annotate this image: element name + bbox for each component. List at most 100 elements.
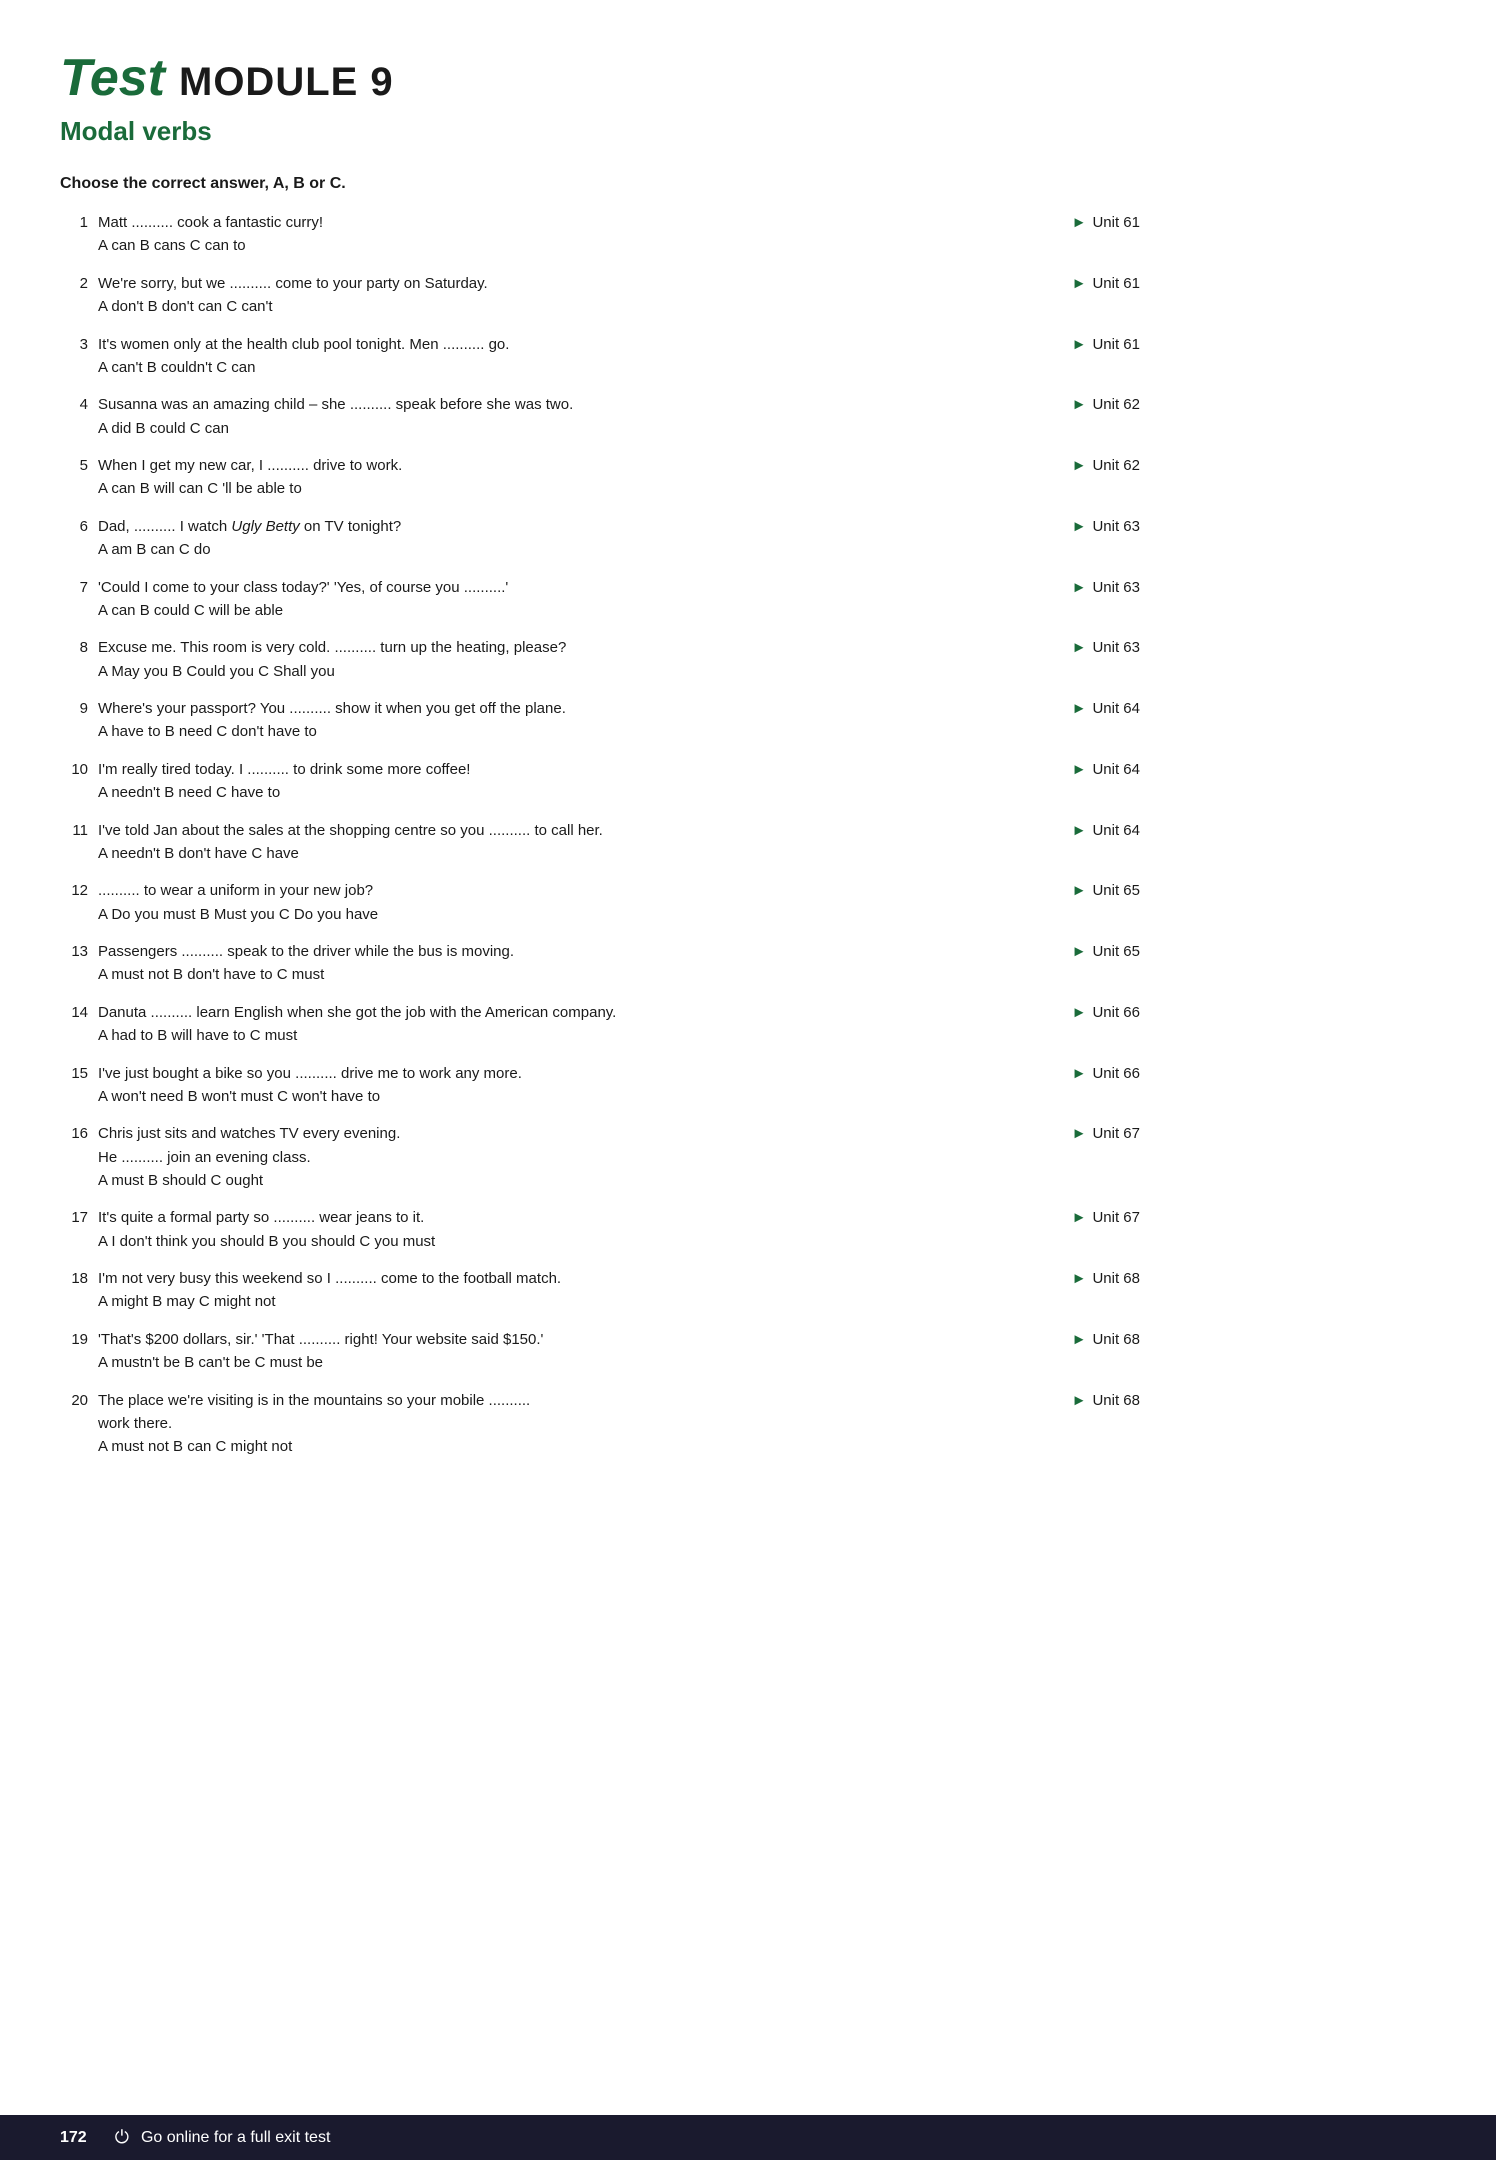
question-answers: A Do you must B Must you C Do you have xyxy=(98,904,980,927)
footer-text: Go online for a full exit test xyxy=(141,2129,330,2147)
question-unit: ► Unit 61 xyxy=(980,333,1140,357)
question-text: We're sorry, but we .......... come to y… xyxy=(98,272,980,295)
unit-label: Unit 62 xyxy=(1092,394,1140,417)
question-unit: ► Unit 61 xyxy=(980,272,1140,296)
question-left: 9 Where's your passport? You .......... … xyxy=(60,697,980,744)
question-content: .......... to wear a uniform in your new… xyxy=(98,879,980,926)
page-number: 172 xyxy=(60,2129,87,2147)
question-left: 7 'Could I come to your class today?' 'Y… xyxy=(60,576,980,623)
question-item: 1 Matt .......... cook a fantastic curry… xyxy=(60,211,1140,258)
question-item: 2 We're sorry, but we .......... come to… xyxy=(60,272,1140,319)
question-item: 20 The place we're visiting is in the mo… xyxy=(60,1389,1140,1459)
question-item: 18 I'm not very busy this weekend so I .… xyxy=(60,1267,1140,1314)
arrow-icon: ► xyxy=(1072,941,1087,964)
question-item: 8 Excuse me. This room is very cold. ...… xyxy=(60,636,1140,683)
question-answers: A can B will can C 'll be able to xyxy=(98,478,980,501)
question-item: 6 Dad, .......... I watch Ugly Betty on … xyxy=(60,515,1140,562)
arrow-icon: ► xyxy=(1072,273,1087,296)
unit-label: Unit 68 xyxy=(1092,1329,1140,1352)
question-answers: A am B can C do xyxy=(98,539,980,562)
unit-label: Unit 64 xyxy=(1092,759,1140,782)
question-content: I'm really tired today. I .......... to … xyxy=(98,758,980,805)
arrow-icon: ► xyxy=(1072,516,1087,539)
question-unit: ► Unit 68 xyxy=(980,1389,1140,1413)
arrow-icon: ► xyxy=(1072,1329,1087,1352)
question-unit: ► Unit 67 xyxy=(980,1206,1140,1230)
unit-label: Unit 66 xyxy=(1092,1002,1140,1025)
question-answers: A must not B can C might not xyxy=(98,1436,980,1459)
question-number: 10 xyxy=(60,758,88,805)
arrow-icon: ► xyxy=(1072,1390,1087,1413)
arrow-icon: ► xyxy=(1072,759,1087,782)
question-unit: ► Unit 67 xyxy=(980,1122,1140,1146)
question-content: 'Could I come to your class today?' 'Yes… xyxy=(98,576,980,623)
question-item: 7 'Could I come to your class today?' 'Y… xyxy=(60,576,1140,623)
question-answers: A mustn't be B can't be C must be xyxy=(98,1352,980,1375)
question-number: 11 xyxy=(60,819,88,866)
arrow-icon: ► xyxy=(1072,334,1087,357)
question-item: 11 I've told Jan about the sales at the … xyxy=(60,819,1140,866)
question-number: 18 xyxy=(60,1267,88,1314)
question-content: Where's your passport? You .......... sh… xyxy=(98,697,980,744)
power-icon: ⏻ xyxy=(115,2127,129,2148)
question-answers: A won't need B won't must C won't have t… xyxy=(98,1086,980,1109)
unit-label: Unit 63 xyxy=(1092,577,1140,600)
question-item: 17 It's quite a formal party so ........… xyxy=(60,1206,1140,1253)
unit-label: Unit 64 xyxy=(1092,820,1140,843)
title-test: Test xyxy=(60,48,165,108)
question-item: 19 'That's $200 dollars, sir.' 'That ...… xyxy=(60,1328,1140,1375)
question-left: 8 Excuse me. This room is very cold. ...… xyxy=(60,636,980,683)
question-answers: A have to B need C don't have to xyxy=(98,721,980,744)
instruction: Choose the correct answer, A, B or C. xyxy=(60,175,1140,193)
question-text: Where's your passport? You .......... sh… xyxy=(98,697,980,720)
arrow-icon: ► xyxy=(1072,1002,1087,1025)
question-number: 14 xyxy=(60,1001,88,1048)
question-unit: ► Unit 66 xyxy=(980,1001,1140,1025)
question-number: 20 xyxy=(60,1389,88,1459)
question-unit: ► Unit 63 xyxy=(980,515,1140,539)
question-number: 6 xyxy=(60,515,88,562)
unit-label: Unit 61 xyxy=(1092,334,1140,357)
question-text: Susanna was an amazing child – she .....… xyxy=(98,393,980,416)
unit-label: Unit 64 xyxy=(1092,698,1140,721)
question-number: 13 xyxy=(60,940,88,987)
unit-label: Unit 62 xyxy=(1092,455,1140,478)
arrow-icon: ► xyxy=(1072,1063,1087,1086)
question-unit: ► Unit 68 xyxy=(980,1267,1140,1291)
question-item: 15 I've just bought a bike so you ......… xyxy=(60,1062,1140,1109)
question-answers: A had to B will have to C must xyxy=(98,1025,980,1048)
question-content: It's quite a formal party so .......... … xyxy=(98,1206,980,1253)
unit-label: Unit 61 xyxy=(1092,273,1140,296)
question-content: 'That's $200 dollars, sir.' 'That ......… xyxy=(98,1328,980,1375)
questions-list: 1 Matt .......... cook a fantastic curry… xyxy=(60,211,1140,1459)
question-left: 13 Passengers .......... speak to the dr… xyxy=(60,940,980,987)
question-answers: A did B could C can xyxy=(98,418,980,441)
question-number: 8 xyxy=(60,636,88,683)
unit-label: Unit 61 xyxy=(1092,212,1140,235)
question-text: Matt .......... cook a fantastic curry! xyxy=(98,211,980,234)
question-text: I'm really tired today. I .......... to … xyxy=(98,758,980,781)
question-left: 2 We're sorry, but we .......... come to… xyxy=(60,272,980,319)
question-left: 20 The place we're visiting is in the mo… xyxy=(60,1389,980,1459)
question-text: I've told Jan about the sales at the sho… xyxy=(98,819,980,842)
question-answers: A can't B couldn't C can xyxy=(98,357,980,380)
question-number: 1 xyxy=(60,211,88,258)
question-left: 14 Danuta .......... learn English when … xyxy=(60,1001,980,1048)
question-left: 18 I'm not very busy this weekend so I .… xyxy=(60,1267,980,1314)
question-content: Susanna was an amazing child – she .....… xyxy=(98,393,980,440)
question-unit: ► Unit 66 xyxy=(980,1062,1140,1086)
question-answers: A I don't think you should B you should … xyxy=(98,1231,980,1254)
question-number: 12 xyxy=(60,879,88,926)
arrow-icon: ► xyxy=(1072,455,1087,478)
unit-label: Unit 68 xyxy=(1092,1268,1140,1291)
arrow-icon: ► xyxy=(1072,637,1087,660)
question-item: 9 Where's your passport? You .......... … xyxy=(60,697,1140,744)
arrow-icon: ► xyxy=(1072,1207,1087,1230)
arrow-icon: ► xyxy=(1072,1123,1087,1146)
question-left: 6 Dad, .......... I watch Ugly Betty on … xyxy=(60,515,980,562)
question-content: The place we're visiting is in the mount… xyxy=(98,1389,980,1459)
question-left: 19 'That's $200 dollars, sir.' 'That ...… xyxy=(60,1328,980,1375)
question-unit: ► Unit 64 xyxy=(980,758,1140,782)
question-number: 4 xyxy=(60,393,88,440)
question-number: 2 xyxy=(60,272,88,319)
